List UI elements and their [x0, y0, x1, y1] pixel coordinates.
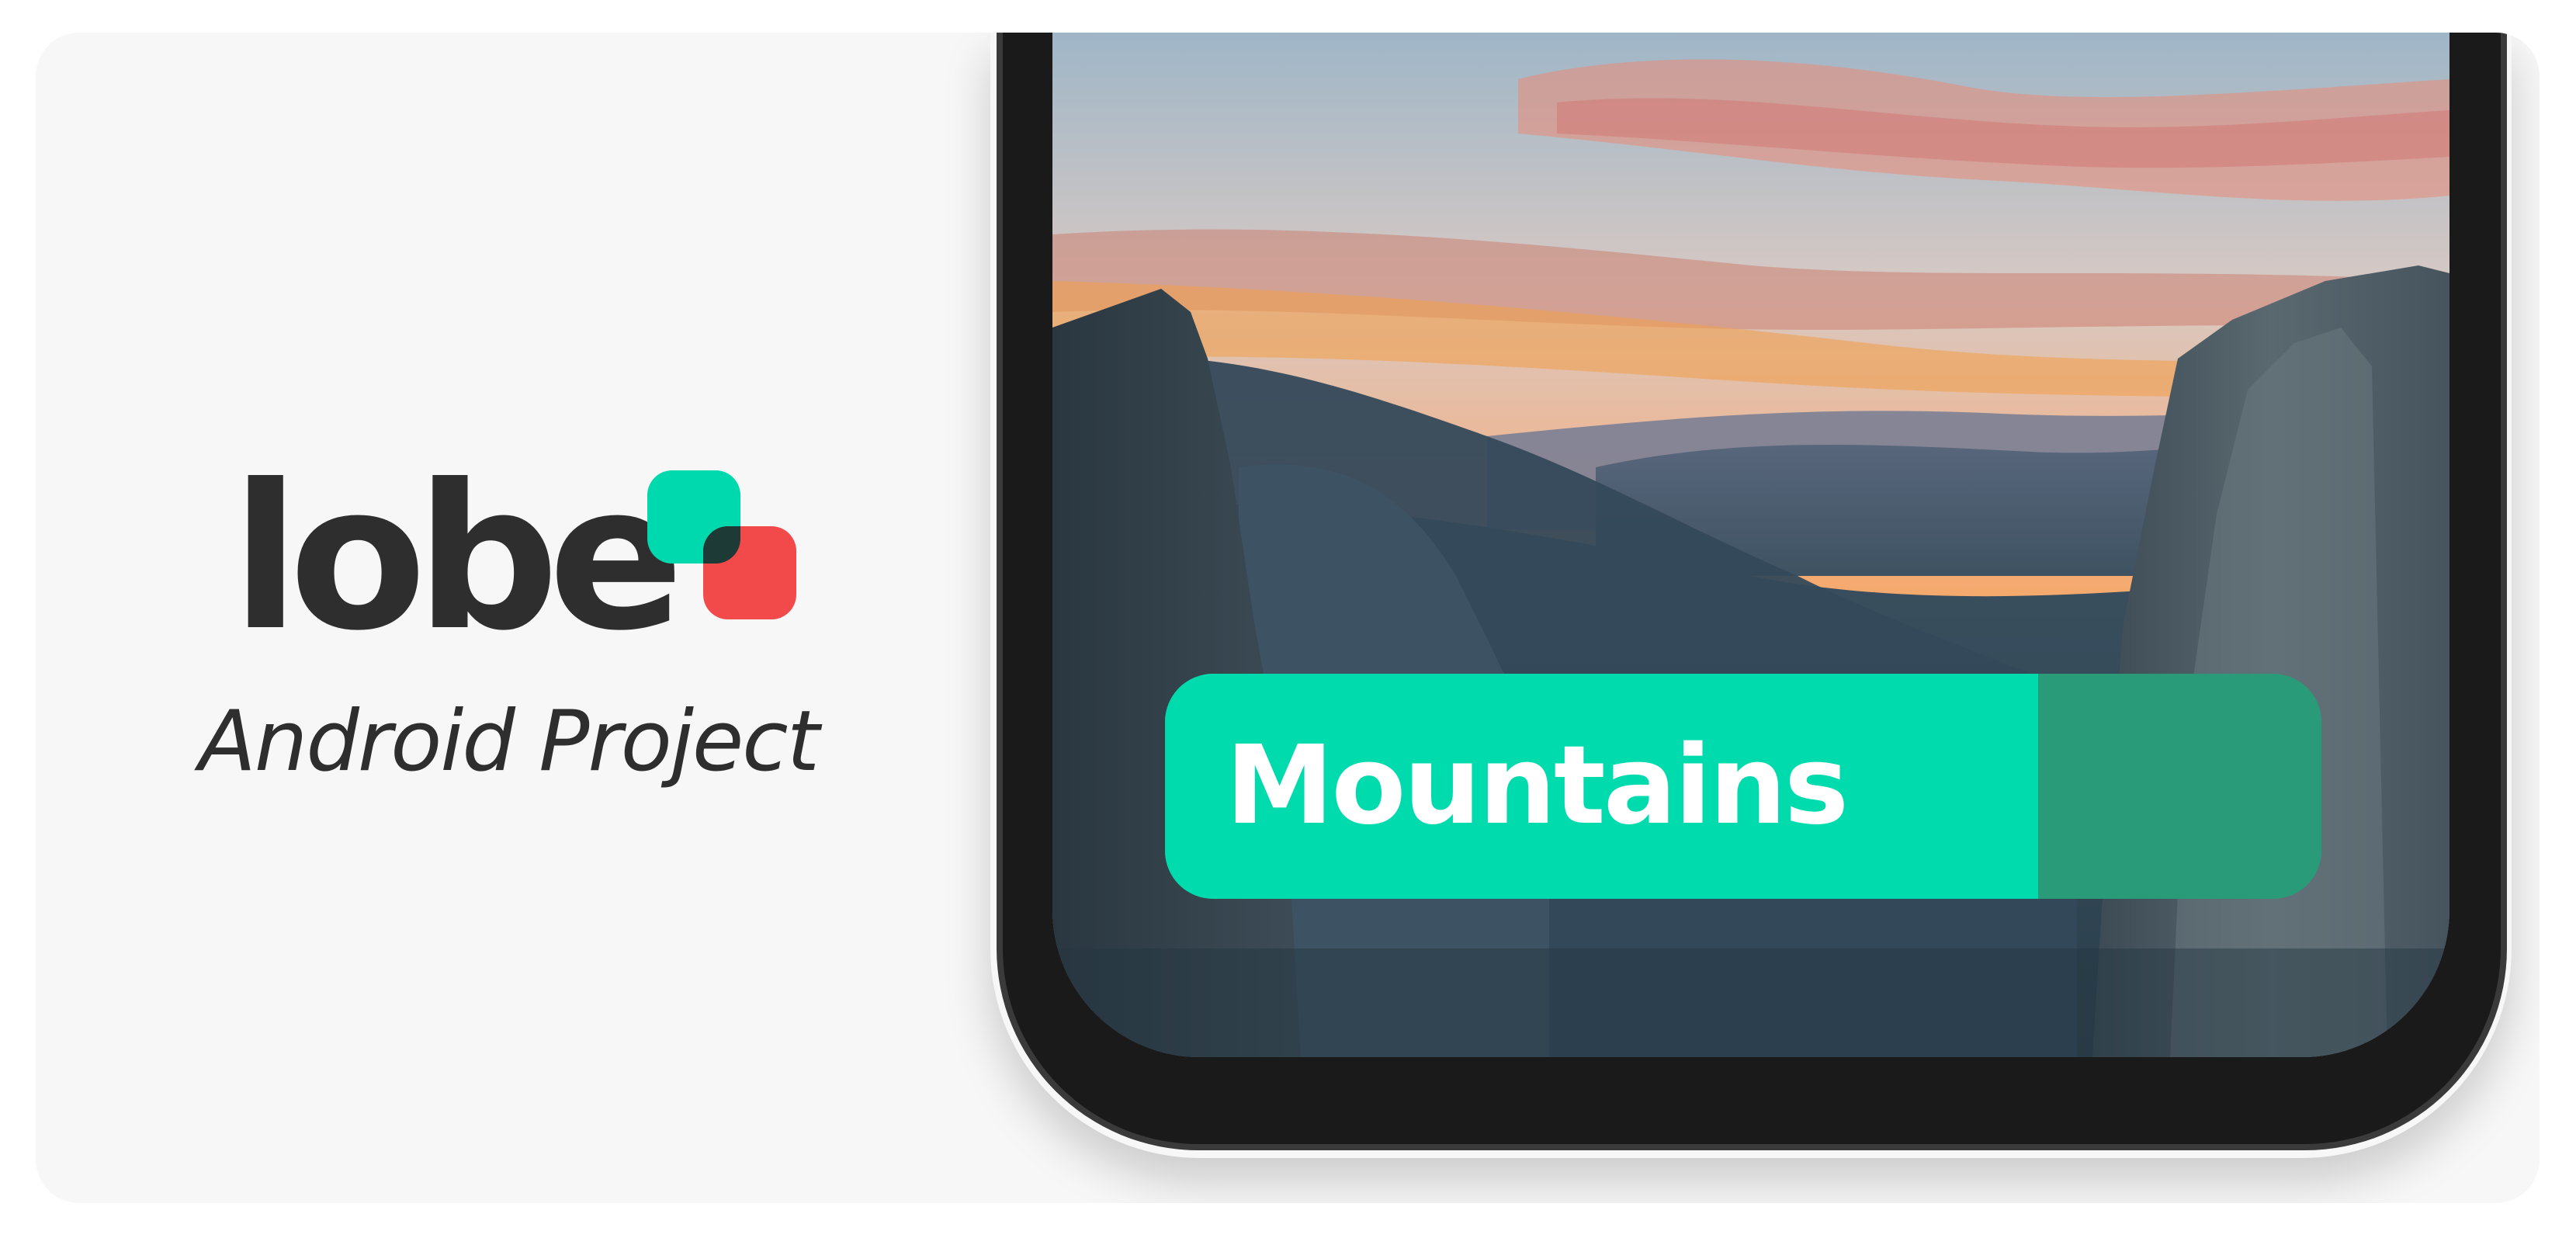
brand-block: lobe Android Project	[36, 33, 998, 1203]
lobe-logo-icon	[647, 470, 796, 619]
prediction-label: Mountains	[1226, 723, 1849, 849]
phone-screen: Mountains	[1052, 33, 2449, 1057]
banner-card: lobe Android Project Mountains	[36, 33, 2540, 1203]
prediction-bar: Mountains	[1165, 674, 2321, 899]
project-subtitle: Android Project	[199, 693, 820, 790]
mountain-valley-sunset-image	[1052, 33, 2449, 1057]
wordmark: lobe	[231, 442, 684, 674]
